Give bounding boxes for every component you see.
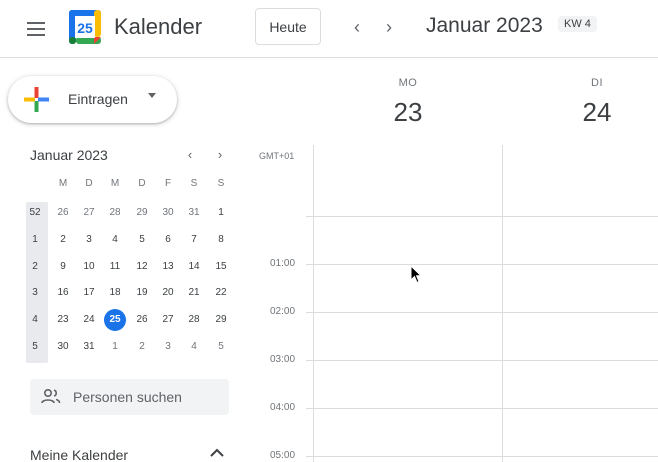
time-slot-tuesday[interactable] (503, 145, 658, 216)
time-label: 02:00 (270, 306, 296, 317)
mini-calendar-day[interactable]: 18 (104, 282, 126, 304)
mini-calendar-day[interactable]: 22 (210, 282, 232, 304)
mini-calendar-day[interactable]: 24 (78, 309, 100, 331)
mini-calendar-day[interactable]: 2 (131, 336, 153, 358)
mini-calendar-day[interactable]: 8 (210, 229, 232, 251)
mini-calendar-day[interactable]: 27 (78, 202, 100, 224)
mini-calendar-day[interactable]: 17 (78, 282, 100, 304)
mini-calendar-day[interactable]: 4 (183, 336, 205, 358)
day-name: DI (591, 77, 603, 89)
mini-calendar-day[interactable]: 10 (78, 256, 100, 278)
mini-calendar-week-number[interactable]: 5 (24, 336, 46, 358)
mini-calendar-weekday-header: M (58, 178, 68, 189)
mini-calendar-day[interactable]: 28 (104, 202, 126, 224)
mini-calendar-week-number[interactable]: 2 (24, 256, 46, 278)
mini-calendar-day[interactable]: 30 (157, 202, 179, 224)
hour-line (306, 264, 658, 265)
mini-calendar-day[interactable]: 4 (104, 229, 126, 251)
day-number-button[interactable]: 24 (557, 97, 637, 128)
mini-calendar-weekday-header: M (110, 178, 120, 189)
mini-calendar-day[interactable]: 23 (52, 309, 74, 331)
mini-calendar-day[interactable]: 15 (210, 256, 232, 278)
calendar-logo-icon[interactable]: 25 (68, 9, 102, 45)
mouse-pointer-icon (410, 265, 422, 284)
time-slot-monday[interactable] (314, 145, 502, 216)
day-header-tuesday: DI 24 (557, 77, 637, 128)
chevron-left-icon[interactable]: ‹ (347, 14, 367, 40)
time-label: 05:00 (270, 450, 296, 461)
hour-line (306, 408, 658, 409)
mini-calendar-day[interactable]: 1 (210, 202, 232, 224)
week-number-badge: KW 4 (558, 16, 597, 32)
mini-calendar-day[interactable]: 31 (183, 202, 205, 224)
people-search-placeholder: Personen suchen (73, 389, 182, 405)
mini-calendar-day[interactable]: 5 (210, 336, 232, 358)
day-header-monday: MO 23 (368, 77, 448, 128)
current-period-title: Januar 2023 (426, 14, 543, 37)
mini-calendar-day[interactable]: 28 (183, 309, 205, 331)
logo-day-number: 25 (77, 20, 93, 36)
mini-calendar-weekday-header: S (217, 178, 225, 189)
main-menu-icon[interactable] (24, 17, 48, 41)
top-app-bar: 25 Kalender Heute ‹ › Januar 2023 KW 4 (0, 0, 658, 58)
create-event-button[interactable]: Eintragen (8, 76, 177, 123)
mini-calendar-day[interactable]: 27 (157, 309, 179, 331)
create-button-label: Eintragen (68, 91, 128, 107)
time-label: 04:00 (270, 402, 296, 413)
mini-calendar-day[interactable]: 29 (131, 202, 153, 224)
hour-line (306, 456, 658, 457)
mini-calendar-day[interactable]: 6 (157, 229, 179, 251)
week-time-grid: 01:00 02:00 03:00 04:00 05:00 (252, 145, 658, 462)
mini-calendar-day[interactable]: 14 (183, 256, 205, 278)
plus-icon (24, 87, 49, 112)
mini-calendar-week-number[interactable]: 4 (24, 309, 46, 331)
hour-line (306, 216, 658, 217)
mini-calendar-day[interactable]: 12 (131, 256, 153, 278)
mini-calendar-day[interactable]: 9 (52, 256, 74, 278)
people-search-field[interactable]: Personen suchen (30, 379, 229, 415)
mini-calendar-day[interactable]: 7 (183, 229, 205, 251)
mini-calendar-day[interactable]: 31 (78, 336, 100, 358)
mini-calendar-week-number[interactable]: 52 (24, 202, 46, 224)
people-icon (41, 388, 61, 404)
caret-down-icon (148, 93, 156, 98)
mini-calendar-prev-icon[interactable]: ‹ (180, 144, 200, 166)
chevron-up-icon[interactable] (208, 446, 226, 460)
mini-calendar-week-number[interactable]: 1 (24, 229, 46, 251)
mini-calendar-weekday-header: D (85, 178, 93, 189)
mini-calendar-day[interactable]: 5 (131, 229, 153, 251)
mini-calendar-day[interactable]: 2 (52, 229, 74, 251)
mini-calendar-weekday-header: S (190, 178, 198, 189)
mini-calendar-day[interactable]: 26 (52, 202, 74, 224)
mini-calendar-day[interactable]: 26 (131, 309, 153, 331)
time-label: 01:00 (270, 258, 296, 269)
app-title: Kalender (114, 14, 203, 39)
mini-calendar-weekday-header: F (164, 178, 172, 189)
mini-calendar-next-icon[interactable]: › (210, 144, 230, 166)
chevron-right-icon[interactable]: › (379, 14, 399, 40)
today-button[interactable]: Heute (255, 8, 321, 45)
mini-calendar-weekday-header: D (138, 178, 146, 189)
mini-calendar-day[interactable]: 30 (52, 336, 74, 358)
mini-calendar-day[interactable]: 20 (157, 282, 179, 304)
mini-calendar-title: Januar 2023 (30, 147, 108, 163)
day-name: MO (398, 77, 418, 89)
time-label: 03:00 (270, 354, 296, 365)
mini-calendar-day[interactable]: 1 (104, 336, 126, 358)
mini-calendar-week-number[interactable]: 3 (24, 282, 46, 304)
mini-calendar-today[interactable]: 25 (104, 309, 126, 332)
mini-calendar-day[interactable]: 21 (183, 282, 205, 304)
hour-line (306, 312, 658, 313)
mini-calendar-day[interactable]: 19 (131, 282, 153, 304)
mini-calendar-day[interactable]: 16 (52, 282, 74, 304)
mini-calendar-day[interactable]: 11 (104, 256, 126, 278)
mini-calendar-day[interactable]: 3 (157, 336, 179, 358)
mini-calendar-day[interactable]: 29 (210, 309, 232, 331)
mini-calendar-day[interactable]: 3 (78, 229, 100, 251)
my-calendars-header[interactable]: Meine Kalender (30, 447, 128, 462)
hour-line (306, 360, 658, 361)
mini-calendar-day[interactable]: 13 (157, 256, 179, 278)
day-number-button[interactable]: 23 (368, 97, 448, 128)
